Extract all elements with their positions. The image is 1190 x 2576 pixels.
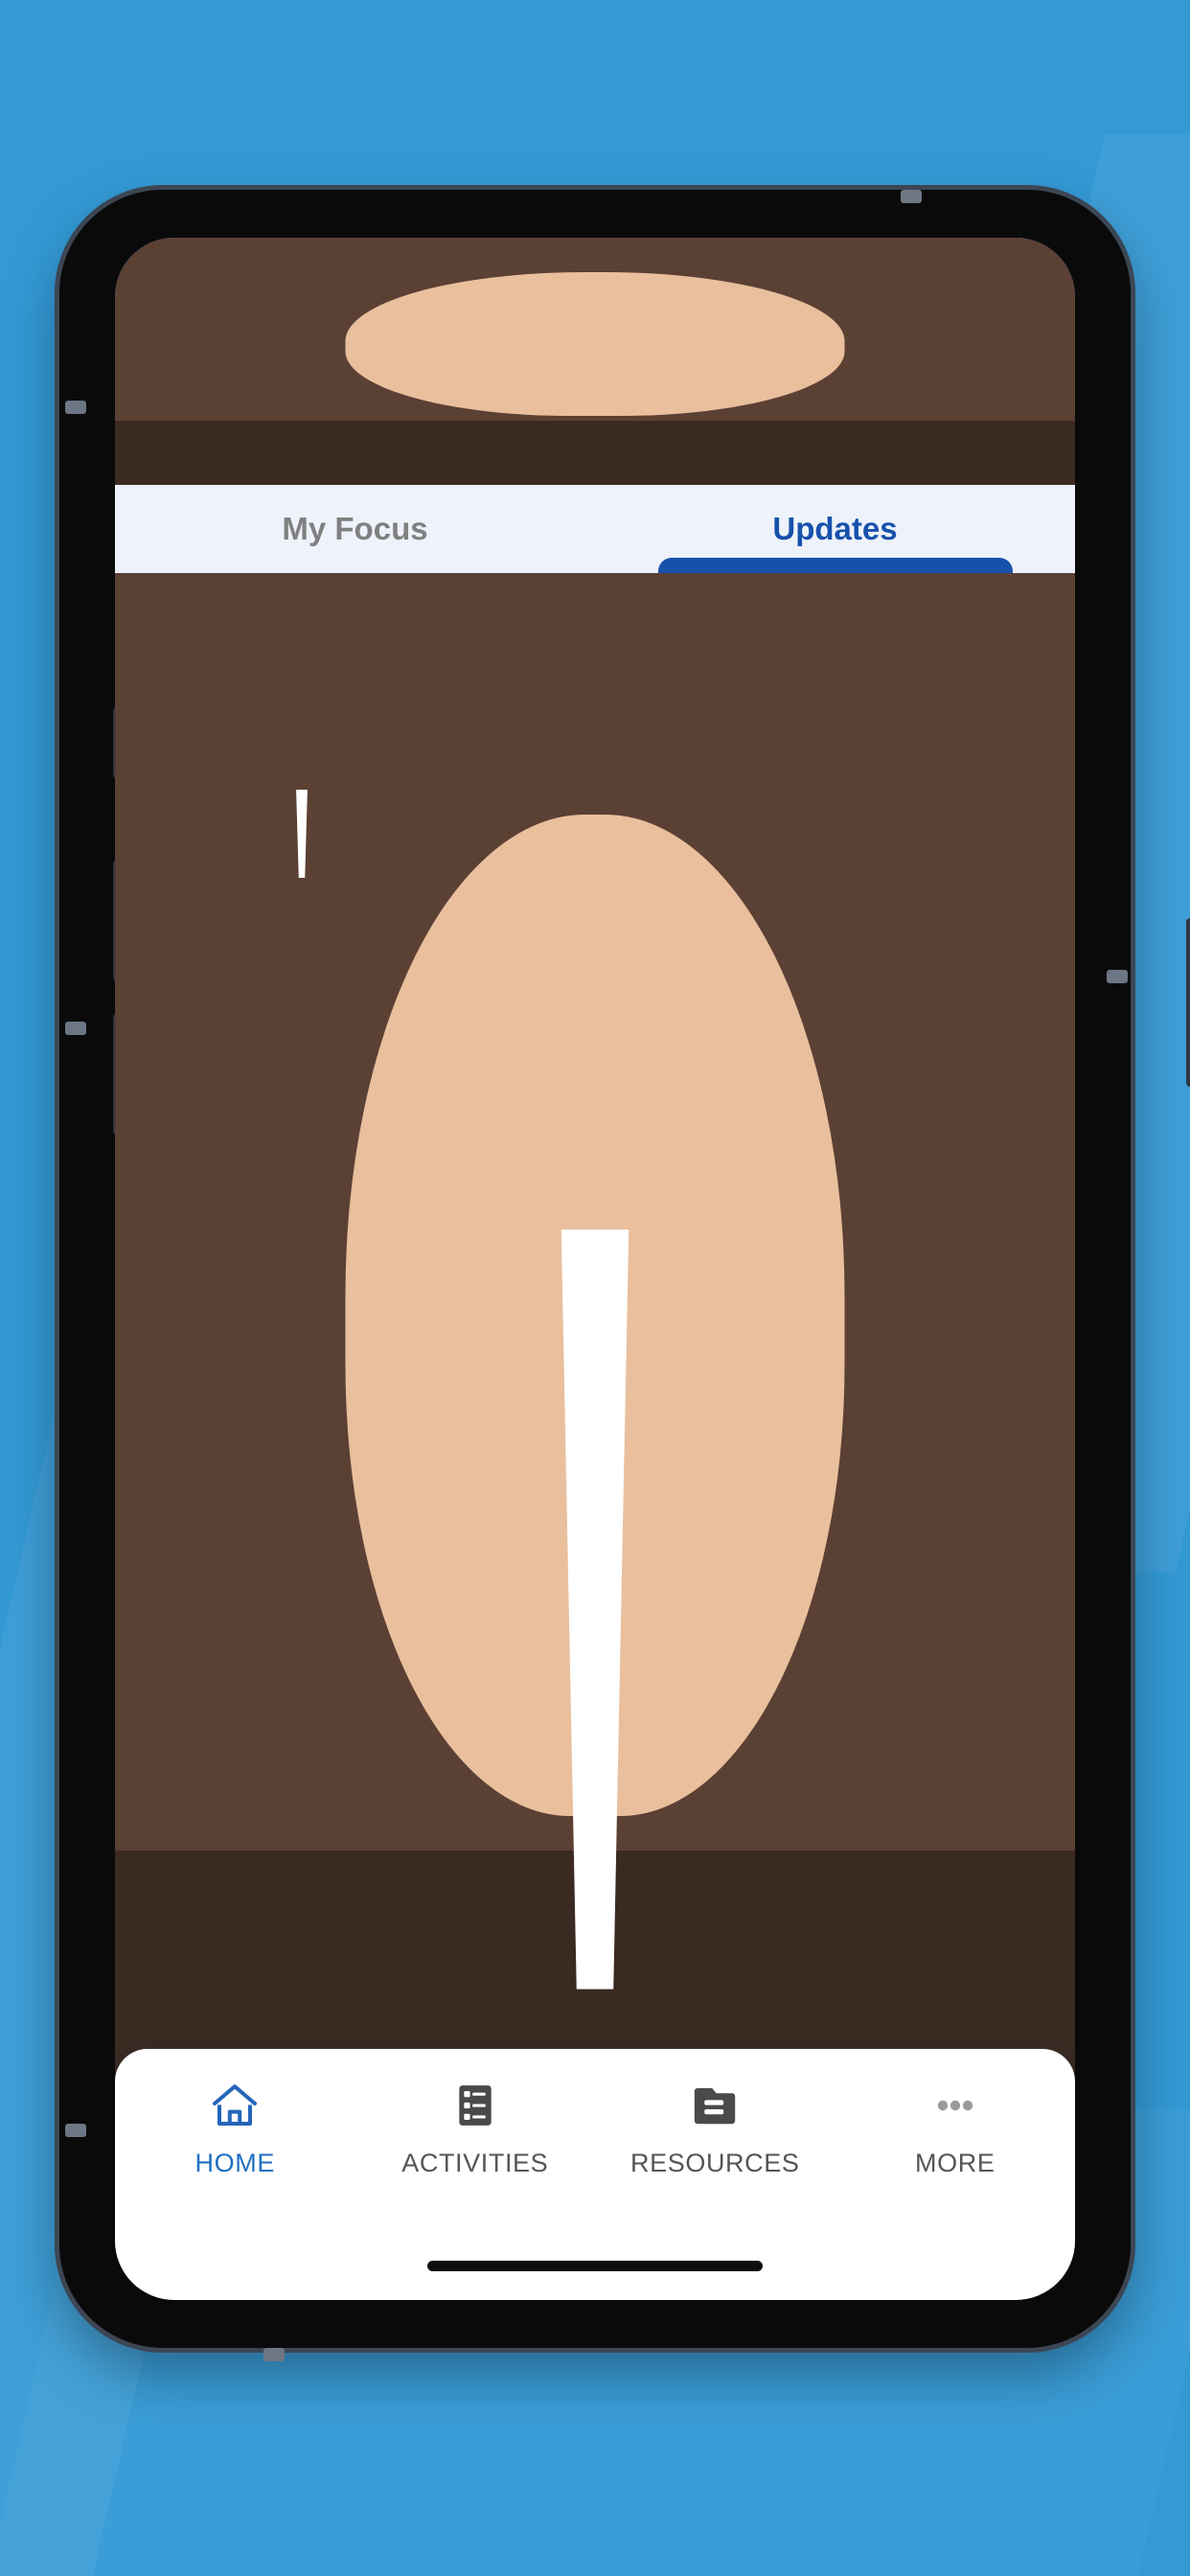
- nav-label-home: HOME: [195, 2149, 275, 2177]
- tab-my-focus[interactable]: My Focus: [115, 485, 595, 573]
- home-indicator[interactable]: [427, 2261, 763, 2271]
- app-header: 12:11 Matgenics: [115, 238, 1075, 486]
- nav-label-activities: ACTIVITIES: [401, 2149, 549, 2177]
- nav-item-resources[interactable]: RESOURCES: [595, 2082, 835, 2178]
- ellipsis-icon: [937, 2100, 973, 2111]
- nav-item-home[interactable]: HOME: [115, 2082, 355, 2178]
- frame-antenna-band: [263, 2348, 285, 2361]
- phone-screen: 12:11 Matgenics: [115, 238, 1075, 2300]
- nav-label-resources: RESOURCES: [630, 2149, 800, 2177]
- app-bar-row: Matgenics: [115, 238, 1075, 486]
- nav-item-activities[interactable]: ACTIVITIES: [355, 2082, 596, 2178]
- tab-updates-label: Updates: [772, 511, 898, 546]
- power-button[interactable]: [1186, 918, 1190, 1087]
- avatar: [115, 573, 1075, 2300]
- tab-my-focus-label: My Focus: [282, 511, 428, 546]
- main-tabs: My Focus Updates: [115, 485, 1075, 579]
- tab-updates[interactable]: Updates: [595, 485, 1075, 579]
- nav-item-more[interactable]: MORE: [835, 2082, 1076, 2178]
- frame-antenna-band: [65, 2124, 86, 2137]
- frame-antenna-band: [901, 190, 922, 203]
- frame-antenna-band: [1107, 970, 1128, 983]
- nav-label-more: MORE: [915, 2149, 995, 2177]
- scroll-content[interactable]: KUDOS › FrankJames Engineering Great job…: [115, 573, 1075, 2300]
- home-icon: [213, 2084, 258, 2126]
- folder-icon: [695, 2088, 736, 2125]
- avatar[interactable]: [115, 238, 1075, 486]
- list-icon: [459, 2085, 492, 2126]
- frame-antenna-band: [65, 1022, 86, 1035]
- bottom-navigation: HOME ACTIVITIES RESOURCES MORE: [115, 2049, 1075, 2300]
- frame-antenna-band: [65, 401, 86, 414]
